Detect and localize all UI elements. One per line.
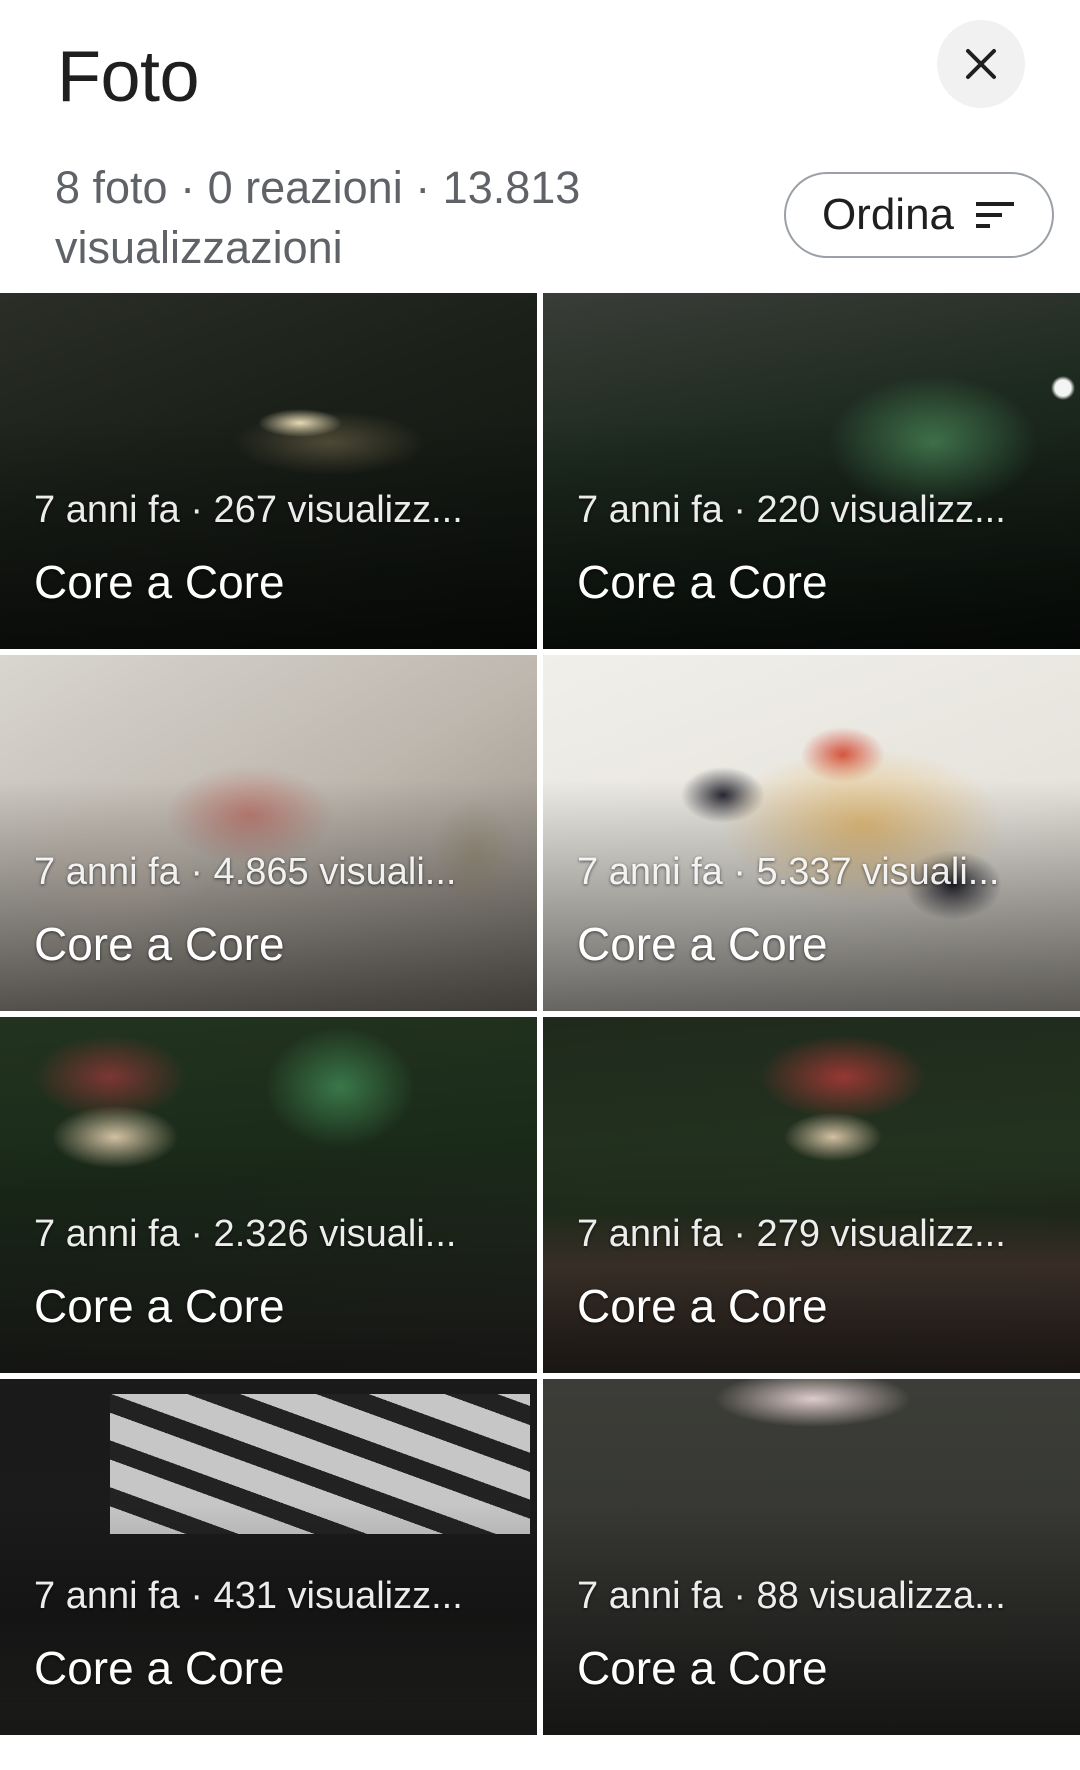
photo-author: Core a Core <box>34 1642 285 1694</box>
sort-icon <box>976 202 1015 228</box>
photo-grid: 7 anni fa · 267 visualizz... Core a Core… <box>0 293 1080 1735</box>
photo-tile[interactable]: 7 anni fa · 88 visualizza... Core a Core <box>543 1379 1080 1735</box>
photo-meta: 7 anni fa · 5.337 visuali... <box>577 851 1000 893</box>
photo-author: Core a Core <box>577 1280 828 1332</box>
photo-tile[interactable]: 7 anni fa · 220 visualizz... Core a Core <box>543 293 1080 649</box>
photo-meta: 7 anni fa · 431 visualizz... <box>34 1575 463 1617</box>
photos-summary: 8 foto · 0 reazioni · 13.813 visualizzaz… <box>55 162 581 273</box>
photo-tile[interactable]: 7 anni fa · 431 visualizz... Core a Core <box>0 1379 537 1735</box>
sort-label: Ordina <box>821 190 955 239</box>
photo-meta: 7 anni fa · 4.865 visuali... <box>34 851 457 893</box>
close-button[interactable] <box>937 20 1025 108</box>
photo-meta: 7 anni fa · 279 visualizz... <box>577 1213 1006 1255</box>
photo-meta: 7 anni fa · 220 visualizz... <box>577 489 1006 531</box>
photo-meta: 7 anni fa · 267 visualizz... <box>34 489 463 531</box>
photos-sheet: Foto 8 foto · 0 reazioni · 13.813 visual… <box>0 0 1080 1770</box>
photo-tile[interactable]: 7 anni fa · 2.326 visuali... Core a Core <box>0 1017 537 1373</box>
page-title: Foto <box>57 37 200 117</box>
photo-author: Core a Core <box>34 556 285 608</box>
photo-author: Core a Core <box>34 918 285 970</box>
photo-tile[interactable]: 7 anni fa · 5.337 visuali... Core a Core <box>543 655 1080 1011</box>
photo-tile[interactable]: 7 anni fa · 267 visualizz... Core a Core <box>0 293 537 649</box>
photo-author: Core a Core <box>34 1280 285 1332</box>
photo-tile[interactable]: 7 anni fa · 279 visualizz... Core a Core <box>543 1017 1080 1373</box>
sort-button[interactable]: Ordina <box>784 172 1054 258</box>
photo-author: Core a Core <box>577 918 828 970</box>
photo-tile[interactable]: 7 anni fa · 4.865 visuali... Core a Core <box>0 655 537 1011</box>
photo-meta: 7 anni fa · 88 visualizza... <box>577 1575 1006 1617</box>
photo-author: Core a Core <box>577 556 828 608</box>
close-icon <box>966 49 996 79</box>
photo-author: Core a Core <box>577 1642 828 1694</box>
photo-meta: 7 anni fa · 2.326 visuali... <box>34 1213 457 1255</box>
